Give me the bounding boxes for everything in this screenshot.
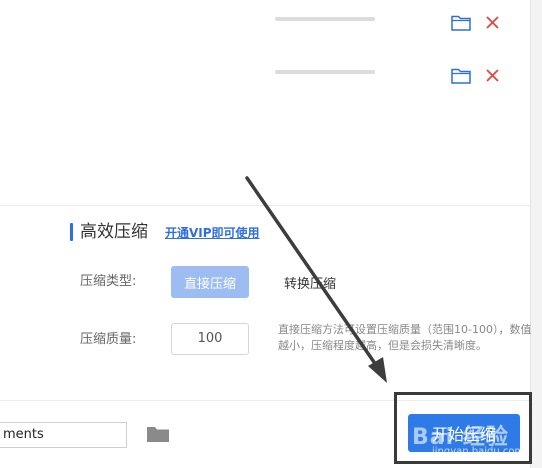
section-accent-bar [70,223,73,241]
close-icon[interactable] [486,69,499,82]
vip-link[interactable]: 开通VIP即可使用 [165,226,260,240]
folder-icon[interactable] [451,67,471,84]
direct-compress-button[interactable]: 直接压缩 [171,266,249,298]
section-title: 高效压缩 [80,222,148,242]
file-progress-bar [275,70,375,74]
close-icon[interactable] [486,16,499,29]
compress-type-label: 压缩类型: [80,274,137,289]
quality-hint: 直接压缩方法可设置压缩质量（范围10-100），数值越小，压缩程度越高，但是会损… [278,323,532,352]
quality-label: 压缩质量: [80,332,137,347]
file-progress-bar [275,17,375,21]
convert-compress-button[interactable]: 转换压缩 [271,266,349,298]
quality-input[interactable]: 100 [171,323,249,355]
browse-folder-icon[interactable] [146,425,170,443]
folder-icon[interactable] [451,14,471,31]
output-path-input[interactable]: ments [0,422,127,448]
compression-settings-panel: 高效压缩 开通VIP即可使用 压缩类型: 直接压缩 转换压缩 压缩质量: 100… [0,206,532,400]
file-list-panel [0,0,530,205]
highlight-frame [394,392,532,464]
